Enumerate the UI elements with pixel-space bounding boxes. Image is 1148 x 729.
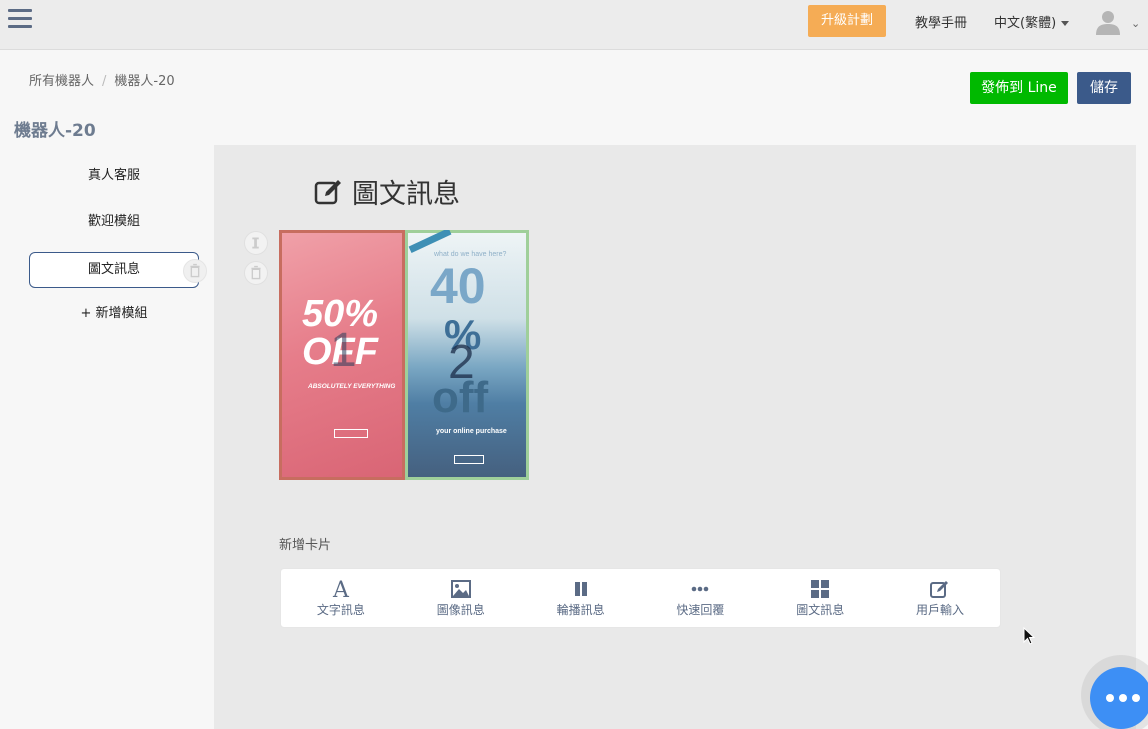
page-title: 機器人-20 (14, 121, 96, 141)
tool-label: 圖文訊息 (796, 602, 845, 617)
breadcrumb-all-bots[interactable]: 所有機器人 (29, 74, 94, 89)
manual-link[interactable]: 教學手冊 (915, 12, 967, 31)
add-quick-reply-button[interactable]: 快速回覆 (640, 569, 760, 627)
add-card-toolbar: A 文字訊息 圖像訊息 輪播訊息 快速回覆 圖文訊息 用戶輸入 (280, 568, 1001, 628)
add-carousel-message-button[interactable]: 輪播訊息 (521, 569, 641, 627)
editor-panel: 圖文訊息 50% OFF 1 ABSOLUTELY EVERYTHING wha… (214, 145, 1136, 729)
top-bar: 升級計劃 教學手冊 中文(繁體) ⌄ (0, 0, 1148, 50)
edit-icon (314, 179, 341, 204)
add-user-input-button[interactable]: 用戶輸入 (880, 569, 1000, 627)
mouse-cursor-icon (1023, 627, 1035, 645)
imagemap-card[interactable]: 50% OFF 1 ABSOLUTELY EVERYTHING what do … (279, 230, 529, 480)
edit-icon (930, 580, 949, 598)
text-icon: A (332, 579, 350, 599)
sidebar-item-welcome[interactable]: 歡迎模組 (29, 204, 199, 240)
language-dropdown[interactable]: 中文(繁體) (994, 12, 1070, 31)
chevron-down-icon[interactable]: ⌄ (1131, 17, 1140, 30)
add-module-button[interactable]: + 新增模組 (29, 296, 199, 332)
quick-reply-icon (692, 586, 709, 591)
grid-icon (811, 579, 830, 598)
right-question: what do we have here? (434, 251, 507, 258)
sidebar-item-live-agent[interactable]: 真人客服 (29, 158, 199, 194)
chat-button[interactable] (1090, 667, 1148, 729)
trash-icon[interactable] (244, 261, 268, 285)
breadcrumb-separator: / (102, 74, 107, 89)
more-icon (1106, 694, 1140, 702)
avatar[interactable] (1096, 9, 1120, 35)
carousel-icon (574, 581, 587, 596)
right-ribbon (408, 230, 452, 253)
menu-icon[interactable] (8, 9, 32, 31)
sidebar-item-imagemap[interactable]: 圖文訊息 (29, 252, 199, 288)
right-purchase: your online purchase (436, 428, 507, 435)
publish-line-button[interactable]: 發佈到 Line (970, 72, 1068, 104)
section-title-text: 圖文訊息 (352, 179, 460, 210)
caret-down-icon (1061, 21, 1070, 26)
upgrade-button[interactable]: 升級計劃 (808, 5, 886, 37)
add-card-label: 新增卡片 (279, 538, 332, 553)
add-image-message-button[interactable]: 圖像訊息 (401, 569, 521, 627)
right-shop-button (454, 455, 484, 464)
info-icon[interactable] (244, 231, 268, 255)
tool-label: 圖像訊息 (436, 602, 485, 617)
right-big-number: 40 (430, 258, 486, 314)
left-shop-button (334, 429, 368, 438)
add-imagemap-button[interactable]: 圖文訊息 (760, 569, 880, 627)
add-text-message-button[interactable]: A 文字訊息 (281, 569, 401, 627)
imagemap-area-2[interactable]: what do we have here? 40 % 2 off your on… (405, 230, 529, 480)
tool-label: 輪播訊息 (556, 602, 605, 617)
tool-label: 文字訊息 (316, 602, 365, 617)
breadcrumb-current: 機器人-20 (114, 74, 175, 89)
imagemap-area-1[interactable]: 50% OFF 1 ABSOLUTELY EVERYTHING (279, 230, 405, 480)
tool-label: 快速回覆 (676, 602, 725, 617)
right-off: off (432, 373, 489, 422)
svg-text:A: A (332, 579, 350, 599)
left-subtext: ABSOLUTELY EVERYTHING (308, 383, 396, 390)
tool-label: 用戶輸入 (916, 602, 965, 617)
language-label: 中文(繁體) (994, 16, 1057, 31)
section-title: 圖文訊息 (314, 172, 460, 211)
left-area-number: 1 (330, 324, 357, 377)
image-icon (450, 579, 471, 598)
save-button[interactable]: 儲存 (1077, 72, 1131, 104)
trash-icon[interactable] (183, 259, 207, 283)
breadcrumb: 所有機器人 / 機器人-20 (29, 70, 175, 89)
